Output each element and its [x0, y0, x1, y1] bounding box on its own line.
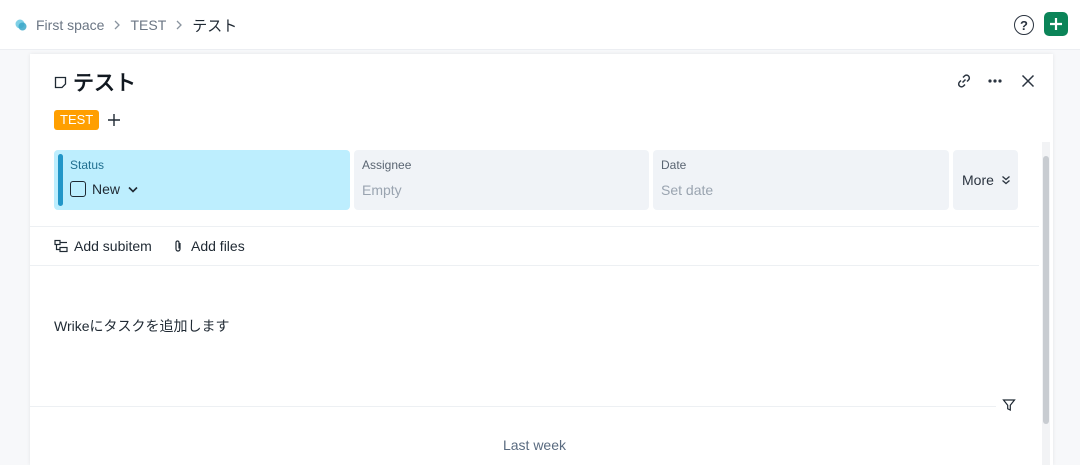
plus-icon — [1050, 18, 1062, 30]
date-label: Date — [661, 158, 687, 172]
status-label: Status — [70, 158, 105, 172]
assignee-label: Assignee — [362, 158, 412, 172]
breadcrumb-folder[interactable]: TEST — [130, 17, 166, 33]
top-bar: First space TEST テスト ? — [0, 0, 1080, 50]
help-button[interactable]: ? — [1014, 15, 1034, 35]
add-subitem-label: Add subitem — [74, 238, 152, 254]
add-subitem-button[interactable]: Add subitem — [54, 238, 152, 254]
task-title[interactable]: テスト — [73, 67, 136, 97]
status-value: New — [92, 181, 121, 197]
assignee-value: Empty — [362, 182, 402, 198]
divider — [30, 406, 996, 407]
status-field[interactable]: Status New — [54, 150, 350, 210]
task-icon — [54, 76, 67, 88]
chevron-right-icon — [176, 20, 183, 30]
breadcrumb: First space TEST テスト — [14, 15, 237, 35]
breadcrumb-space[interactable]: First space — [36, 17, 104, 33]
space-icon — [15, 19, 27, 31]
scrollbar-thumb[interactable] — [1043, 156, 1049, 424]
divider — [30, 265, 1039, 266]
filter-icon[interactable] — [1002, 398, 1016, 412]
more-fields-button[interactable]: More — [953, 150, 1018, 210]
tag-row: TEST — [54, 110, 121, 130]
assignee-field[interactable]: Assignee Empty — [354, 150, 649, 210]
link-icon[interactable] — [955, 72, 973, 90]
date-field[interactable]: Date Set date — [653, 150, 949, 210]
chevron-right-icon — [115, 20, 121, 30]
stream-date-header: Last week — [502, 437, 567, 453]
status-checkbox[interactable] — [70, 181, 86, 197]
add-files-button[interactable]: Add files — [171, 238, 245, 254]
more-label: More — [962, 172, 994, 188]
task-title-row: テスト — [54, 68, 136, 96]
task-panel: テスト TEST Status New Assignee Empty Date … — [30, 54, 1053, 465]
folder-tag[interactable]: TEST — [54, 110, 100, 130]
double-chevron-down-icon — [1001, 176, 1010, 185]
task-description[interactable]: Wrikeにタスクを追加します — [54, 316, 230, 336]
breadcrumb-current: テスト — [192, 17, 238, 35]
more-options-icon[interactable] — [986, 72, 1004, 90]
add-files-label: Add files — [191, 238, 245, 254]
create-new-button[interactable] — [1044, 12, 1068, 36]
chevron-down-icon — [128, 186, 138, 193]
paperclip-icon — [175, 240, 181, 252]
status-accent-bar — [58, 154, 63, 206]
subitem-icon — [54, 239, 68, 253]
date-value: Set date — [661, 182, 714, 198]
close-icon[interactable] — [1019, 72, 1037, 90]
add-tag-icon[interactable] — [107, 113, 121, 127]
status-dropdown[interactable]: New — [70, 181, 138, 197]
divider — [30, 226, 1039, 227]
